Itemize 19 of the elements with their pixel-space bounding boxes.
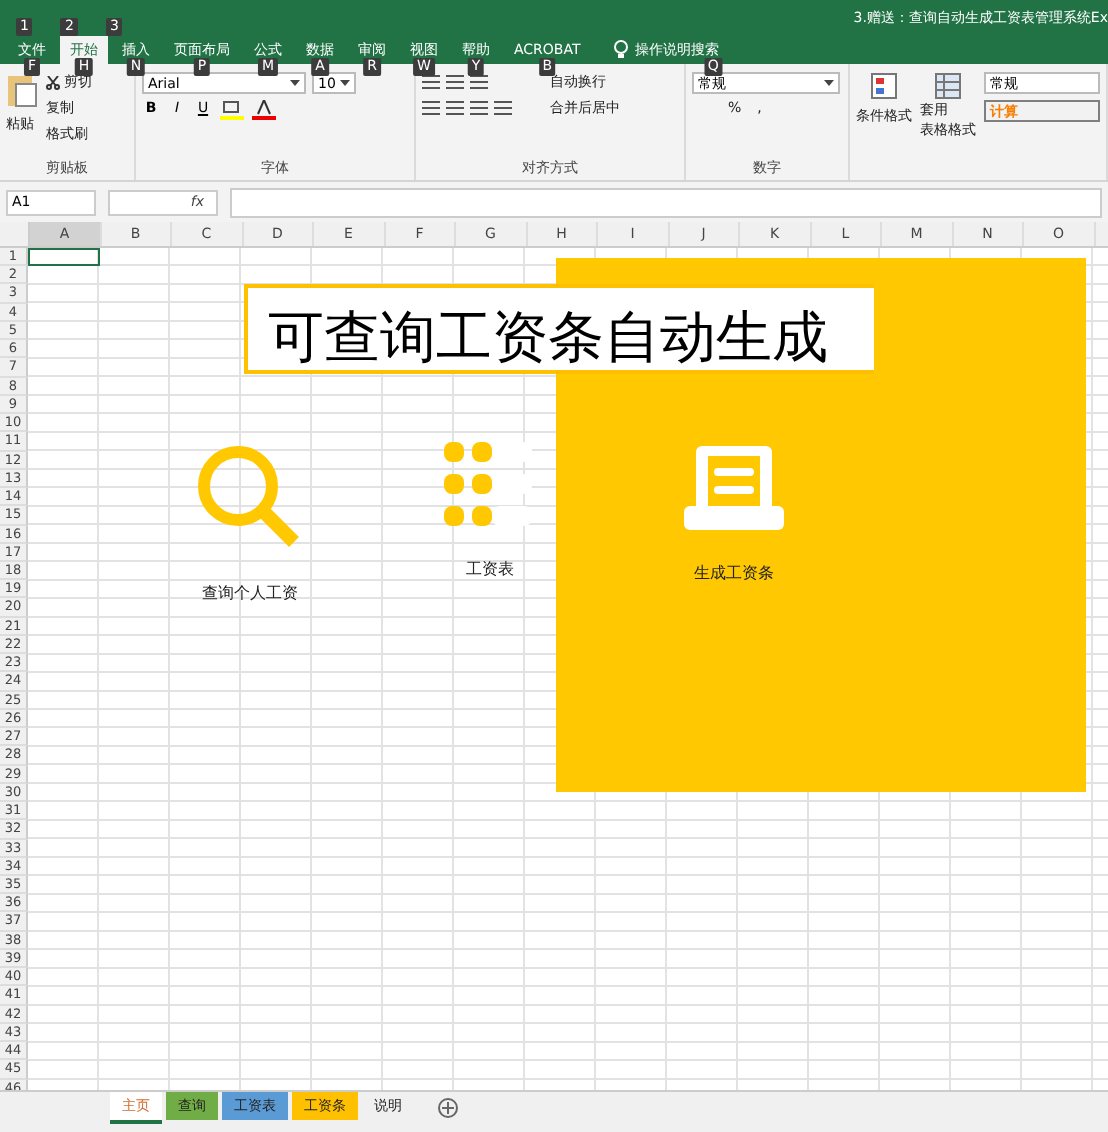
selected-cell[interactable]	[28, 248, 99, 267]
document-icon	[684, 442, 784, 534]
fill-color-icon[interactable]	[220, 100, 244, 120]
paste-icon[interactable]	[6, 72, 38, 108]
scissors-icon[interactable]	[46, 75, 60, 89]
table-format-icon[interactable]	[934, 72, 962, 100]
font-color-icon[interactable]	[252, 100, 276, 120]
dashboard-link[interactable]: 查询个人工资	[202, 582, 298, 604]
add-sheet-icon[interactable]	[438, 1098, 458, 1118]
dashboard-link[interactable]: 工资表	[466, 558, 514, 580]
caret-icon[interactable]	[340, 80, 350, 86]
dashboard-link[interactable]: 生成工资条	[694, 562, 774, 584]
dashboard-title: 可查询工资条自动生成	[268, 306, 828, 370]
caret-icon[interactable]	[290, 80, 300, 86]
conditional-format-icon[interactable]	[870, 72, 898, 100]
caret-icon[interactable]	[824, 80, 834, 86]
formula-input[interactable]	[230, 187, 1102, 217]
list-icon	[444, 442, 536, 530]
lightbulb-icon	[614, 40, 629, 60]
